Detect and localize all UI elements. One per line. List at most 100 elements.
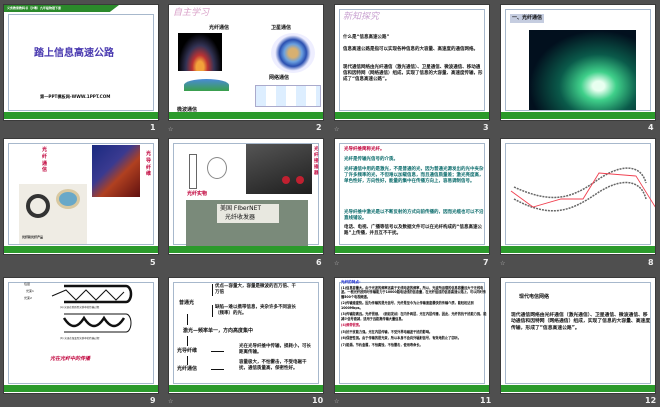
slide-body: 现代通信网络由光纤通信（激光通信）、卫星通信、微波通信、移动通信和因特网（网络通… — [511, 313, 651, 331]
caption-a: (a) 光束在阶跃型光纤中的传输过程 — [60, 306, 100, 309]
slide-thumbnail-9[interactable]: 包层 光束1 光束2 (a) 光束在阶跃型光纤中的传输过程 (b) 光束在渐变型… — [3, 277, 159, 394]
caption-b: (b) 光束在渐变型光纤中的传输过程 — [60, 337, 100, 340]
slide-thumbnail-12[interactable]: 现代电信网络 现代通信网络由光纤通信（激光通信）、卫星通信、微波通信、移动通信和… — [500, 277, 656, 394]
footer-bar — [169, 246, 323, 253]
slide-heading: 现代电信网络 — [519, 294, 550, 300]
fiber-propagation-diagrams — [51, 284, 133, 333]
advantage-text: 优点—容量大，容量是微波的百万倍、千万倍 — [212, 284, 297, 297]
banner-text: 义务教育教科书（沪粤）九年级物理下册 — [7, 6, 62, 10]
slide-subtitle: 第一PPT模板网-WWW.1PPT.COM — [40, 94, 111, 99]
slide-thumbnail-8[interactable] — [500, 138, 656, 255]
footer-bar — [335, 385, 489, 392]
animation-icon[interactable]: ☆ — [500, 260, 505, 267]
feature-item: (1)信息容量大。由于光波的频率远高于无线电波的频率，所以，光波所运载的信息容量… — [341, 286, 486, 299]
slide-heading: 一、光纤通信 — [510, 14, 545, 23]
feature-item: (6)保密性强。由于传输的是光束，所以本身不会向外辐射信号，有效地防止了窃听。 — [341, 336, 461, 341]
feature-list: (1)信息容量大。由于光波的频率远高于无线电波的频率，所以，光波所运载的信息容量… — [341, 286, 487, 347]
arrow — [187, 356, 188, 365]
node-optical-fiber: 光导纤维 — [177, 348, 198, 354]
slide-thumbnail-3[interactable]: 新知探究 什么是“信息高速公路” 信息高速公路是指可以实现各种信息的大容量、高速… — [334, 4, 490, 121]
label-optical-fiber: 光导纤维 — [146, 151, 152, 178]
slide-title: 光在光纤中的传播 — [50, 356, 91, 362]
slide-thumbnail-11[interactable]: 光纤的特点： (1)信息容量大。由于光波的频率远高于无线电波的频率，所以，光波所… — [334, 277, 490, 394]
bullet-5: 电话、电视、广播等信号以及数据文件可以在光纤构成的“信息高速公路”上传播，并且互… — [344, 225, 482, 237]
label-fiber: 光纤通信 — [209, 25, 230, 31]
feature-item: (3)传输距离远。光纤很细，（细如发丝）在内外两层，光在内层传播，因此，光纤的抗… — [341, 312, 487, 321]
transceiver-photo — [246, 144, 312, 194]
footer-bar — [335, 112, 489, 119]
connector-right — [296, 176, 304, 184]
arrow — [187, 314, 188, 325]
node-laser: 激光—频率单一，方向高度集中 — [183, 328, 254, 334]
question: 什么是“信息高速公路” — [343, 35, 390, 40]
connector-line — [211, 369, 224, 370]
bullet-1: 光导纤维简称光纤。 — [344, 147, 385, 152]
feature-item: (5)抗干扰能力强。光在内层传输，不受外界电磁波干扰的影响。 — [341, 329, 433, 334]
sign-line-2: 光纤收发器 — [217, 213, 279, 224]
slide-number: 8 — [648, 258, 654, 267]
slide-thumbnail-10[interactable]: 普通光 优点—容量大，容量是微波的百万倍、千万倍 缺陷—难以携带信息，夹杂许多不… — [168, 277, 324, 394]
footer-bar — [169, 112, 323, 119]
slide-thumbnail-1[interactable]: 义务教育教科书（沪粤）九年级物理下册 踏上信息高速公路 第一PPT模板网-WWW… — [3, 4, 159, 121]
slide-number: 7 — [483, 258, 489, 267]
connector-left — [282, 176, 290, 184]
animation-icon[interactable]: ☆ — [334, 126, 339, 133]
slide-heading: 自主学习 — [173, 8, 210, 18]
slide-thumbnail-7[interactable]: 光导纤维简称光纤。 光纤是传输光信号的介质。 光纤通信中用的是激光，不是普通的光… — [334, 138, 490, 255]
paragraph-1: 信息高速公路是指可以实现各种信息的大容量、高速度的通信网络。 — [343, 47, 478, 52]
light-path — [510, 172, 655, 208]
slide-number: 5 — [150, 258, 156, 267]
node-ordinary-light: 普通光 — [179, 300, 195, 306]
microwave-image — [184, 79, 229, 91]
node-fiber-comm: 光纤通信 — [177, 366, 198, 372]
connector-line — [211, 351, 224, 352]
slide-number: 11 — [480, 396, 492, 405]
label-fiber-comm: 光纤通信 — [42, 147, 48, 174]
animation-icon[interactable]: ☆ — [168, 126, 173, 133]
fiber-cross-section — [207, 157, 227, 179]
fiber-spool — [56, 189, 80, 209]
fiber-cable-photo — [92, 145, 140, 197]
footer-bar — [4, 385, 158, 392]
label-satellite: 卫星通信 — [271, 25, 292, 31]
fiber-description: 光在光导纤维中传输，损耗小，可长距离传输。 — [239, 344, 311, 356]
slide-heading: 光纤的特点： — [341, 280, 363, 284]
feature-item: (2)传输速度快。因为传输的是光信号，光纤是至今为止传输速度最快的传输介质，能轻… — [341, 301, 474, 310]
footer-bar — [4, 112, 158, 119]
slide-thumbnail-5[interactable]: 光纤通信 光导纤维 光纤和光纤产品 — [3, 138, 159, 255]
fiber-image — [178, 33, 222, 71]
comm-description: 容量极大，不怕雷击，不受电磁干扰，通信质量高，保密性好。 — [239, 360, 307, 372]
slide-heading: 新知探究 — [343, 12, 380, 22]
slide-number: 1 — [150, 123, 156, 132]
label-connector: 光纤接插器 — [314, 147, 319, 177]
bullet-2: 光纤是传输光信号的介质。 — [344, 157, 398, 162]
slide-thumbnail-2[interactable]: 自主学习 光纤通信 卫星通信 网络通信 微波通信 — [168, 4, 324, 121]
fiber-structure-diagram — [189, 154, 197, 189]
animation-icon[interactable]: ☆ — [334, 260, 339, 267]
slide-number: 3 — [483, 123, 489, 132]
footer-bar — [501, 385, 655, 392]
slide-number: 4 — [648, 123, 654, 132]
footer-bar — [501, 112, 655, 119]
slide-frame — [339, 9, 485, 111]
photo-caption: 光纤和光纤产品 — [22, 235, 44, 239]
animation-icon[interactable]: ☆ — [168, 398, 173, 405]
label-fiber-object: 光纤实物 — [187, 191, 208, 197]
network-diagram — [255, 85, 321, 107]
fiber-optic-photo — [529, 30, 636, 110]
paragraph-2: 现代通信网络由光纤通信（激光通信）、卫星通信、微波通信、移动通信和因特网（网络通… — [343, 65, 483, 83]
bullet-3: 光纤通信中用的是激光，不是普通的光，因为普通光源发出的光中夹杂了许多频率的光，不… — [344, 167, 484, 185]
fiber-reflection-diagram — [510, 167, 655, 212]
feature-item: (7)能源。节约金属，不怕腐蚀，不怕雷击，使用寿命长。 — [341, 342, 423, 347]
footer-bar — [335, 246, 489, 253]
fiber-coil — [26, 194, 50, 218]
slide-title: 踏上信息高速公路 — [34, 48, 114, 59]
animation-icon[interactable]: ☆ — [334, 398, 339, 405]
disadvantage-text: 缺陷—难以携带信息，夹杂许多不同波长（频率）的光。 — [212, 305, 297, 318]
slide-thumbnail-4[interactable]: 一、光纤通信 — [500, 4, 656, 121]
slide-thumbnail-6[interactable]: 光纤实物 光纤接插器 美国 FIberNET 光纤收发器 — [168, 138, 324, 255]
footer-bar — [169, 385, 323, 392]
footer-bar — [501, 246, 655, 253]
bullet-4: 光导纤维中激光是以不断反射的方式向前传播的，因而光缆也可以不沿直线铺设。 — [344, 210, 484, 222]
arrow — [187, 336, 188, 346]
